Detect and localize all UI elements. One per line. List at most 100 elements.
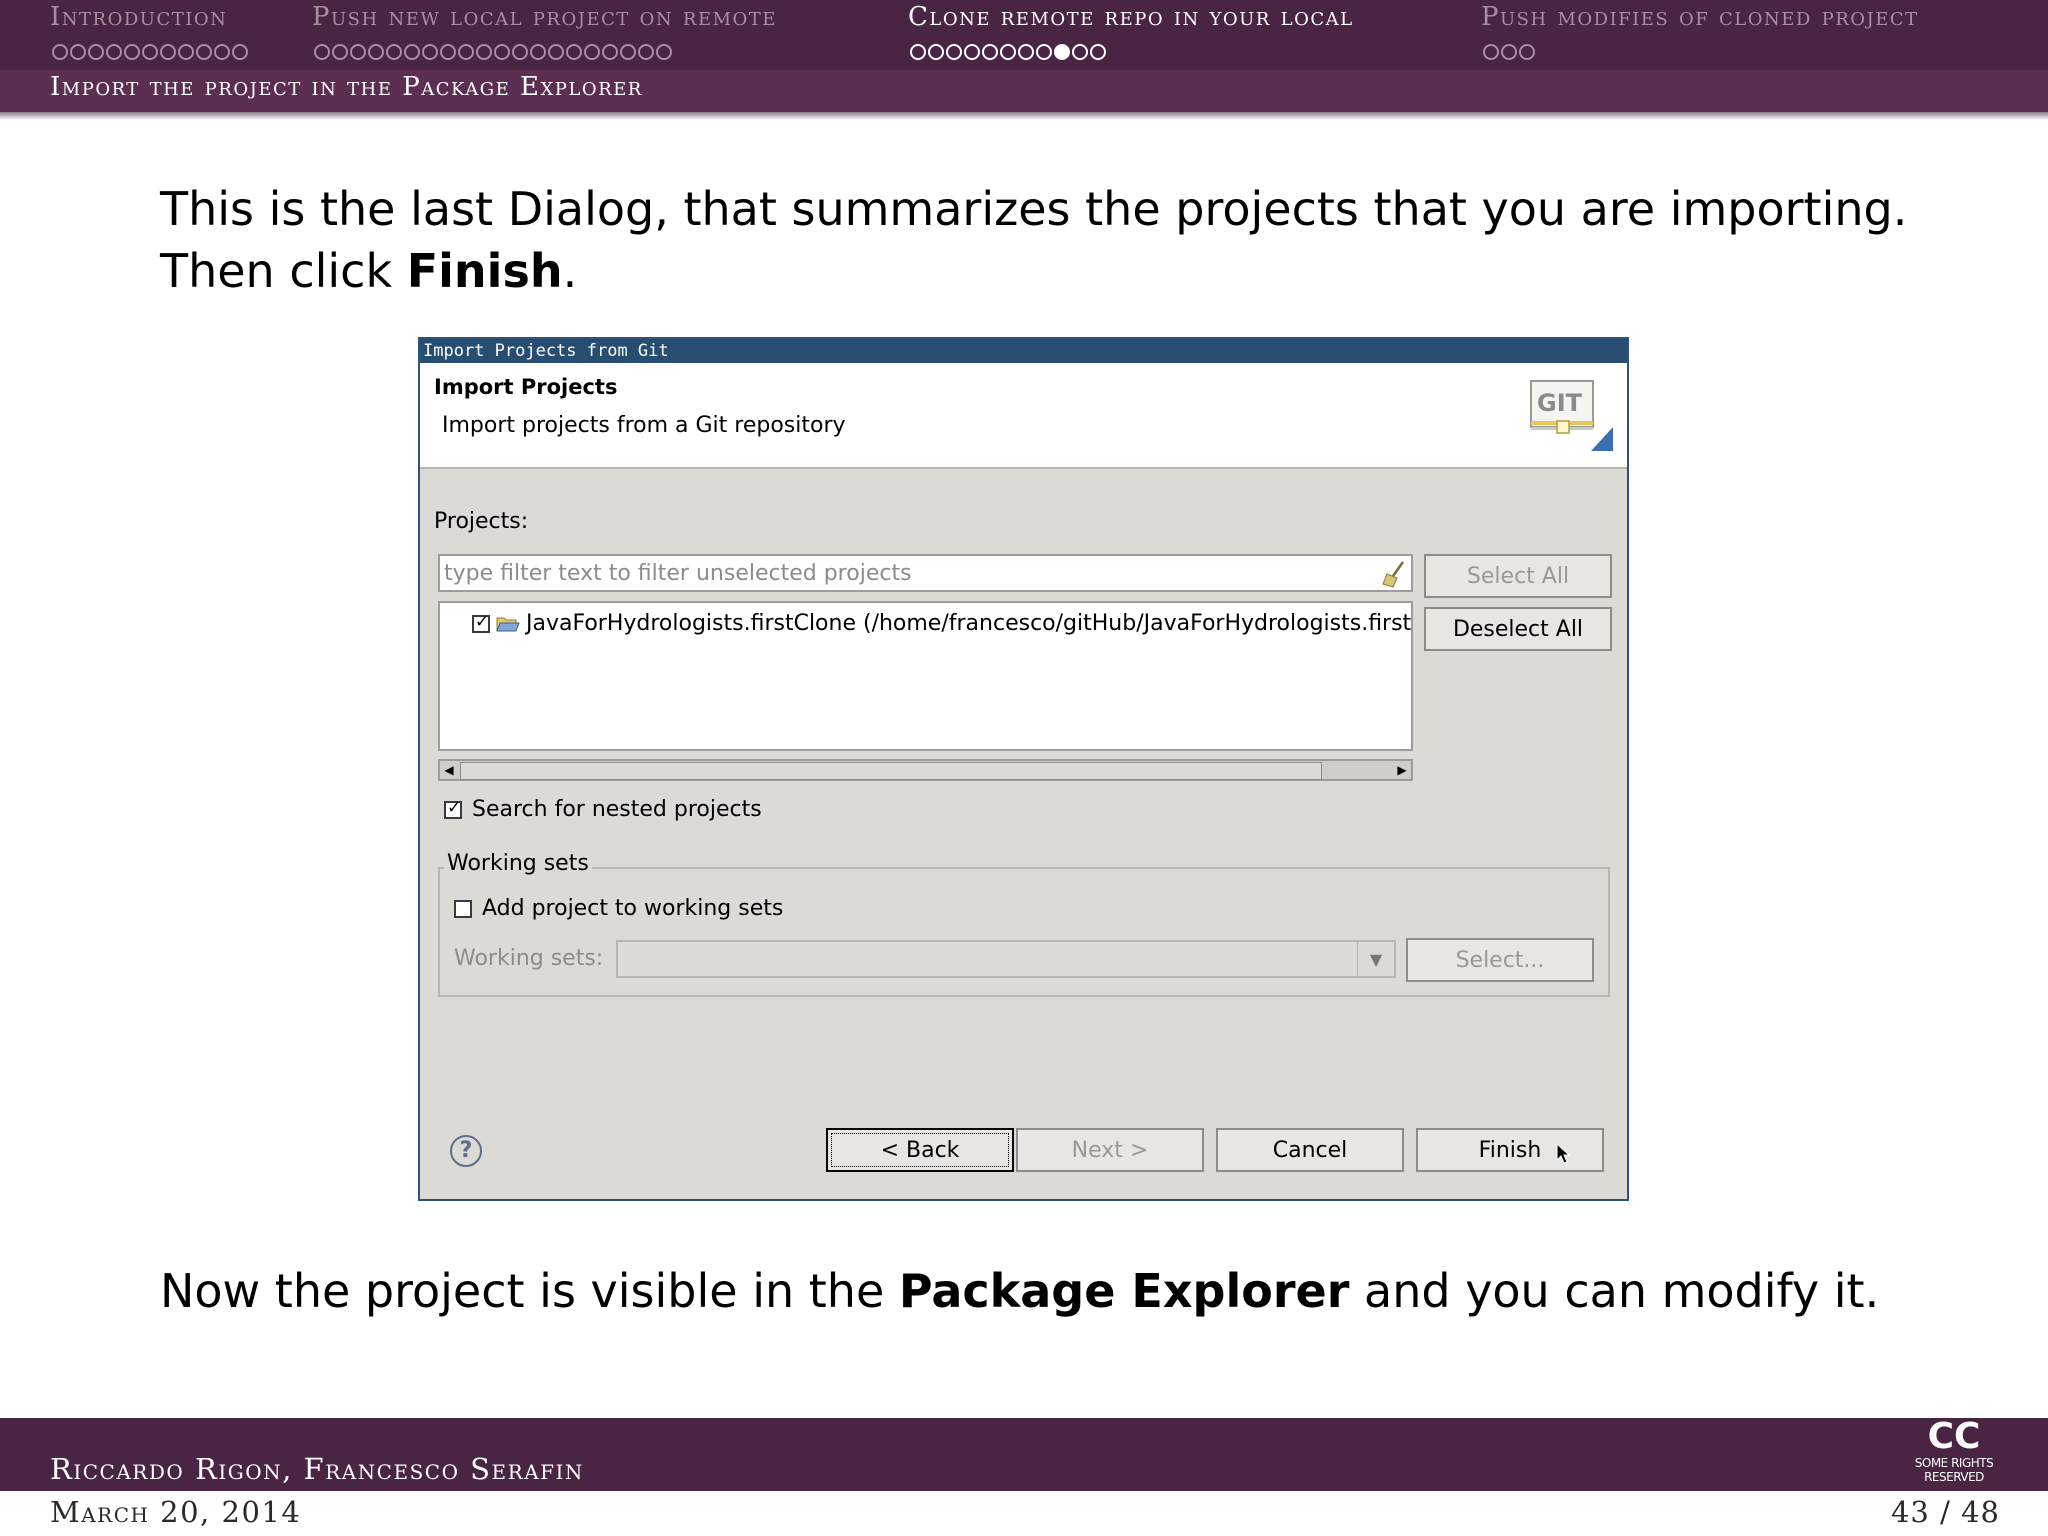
- next-button[interactable]: Next >: [1016, 1128, 1204, 1172]
- select-all-button[interactable]: Select All: [1424, 554, 1612, 598]
- nav-dots-push-modifies[interactable]: [1483, 44, 1535, 60]
- nav-dot[interactable]: [106, 44, 122, 60]
- nav-dot[interactable]: [232, 44, 248, 60]
- nav-dot[interactable]: [964, 44, 980, 60]
- add-to-working-sets-checkbox[interactable]: [454, 899, 472, 918]
- nav-dot[interactable]: [1000, 44, 1016, 60]
- working-sets-label: Working sets:: [454, 946, 604, 971]
- nav-dot[interactable]: [512, 44, 528, 60]
- nav-dot[interactable]: [214, 44, 230, 60]
- projects-label: Projects:: [434, 509, 529, 534]
- filter-input[interactable]: type filter text to filter unselected pr…: [438, 554, 1413, 592]
- nav-section-introduction[interactable]: Introduction: [50, 2, 227, 32]
- filter-placeholder: type filter text to filter unselected pr…: [444, 561, 912, 586]
- working-sets-group-title: Working sets: [444, 851, 592, 876]
- project-item-label: JavaForHydrologists.firstClone (/home/fr…: [526, 611, 1412, 636]
- nav-dot[interactable]: [1090, 44, 1106, 60]
- nav-dot[interactable]: [1072, 44, 1088, 60]
- nav-dot[interactable]: [350, 44, 366, 60]
- nav-section-clone-remote[interactable]: Clone remote repo in your local: [908, 2, 1354, 32]
- nav-dot[interactable]: [494, 44, 510, 60]
- nav-dot[interactable]: [620, 44, 636, 60]
- banner-subtitle: Import projects from a Git repository: [442, 413, 846, 438]
- footer-page-number: 43 / 48: [1890, 1495, 2000, 1529]
- nav-dot[interactable]: [404, 44, 420, 60]
- folder-icon: [496, 617, 520, 631]
- git-logo-text: GIT: [1537, 389, 1583, 417]
- intro-line-1: This is the last Dialog, that summarizes…: [160, 182, 1908, 236]
- nav-dot[interactable]: [548, 44, 564, 60]
- chevron-down-icon[interactable]: ▼: [1357, 942, 1394, 976]
- nav-dot[interactable]: [52, 44, 68, 60]
- nav-dot[interactable]: [160, 44, 176, 60]
- footer-date: March 20, 2014: [50, 1495, 302, 1529]
- nav-dot[interactable]: [440, 44, 456, 60]
- project-list-item[interactable]: JavaForHydrologists.firstClone (/home/fr…: [472, 611, 1411, 636]
- nav-dot[interactable]: [1519, 44, 1535, 60]
- add-to-working-sets-option[interactable]: Add project to working sets: [454, 896, 783, 921]
- nav-dot[interactable]: [982, 44, 998, 60]
- nav-dot[interactable]: [1054, 44, 1070, 60]
- clear-filter-icon[interactable]: [1381, 560, 1407, 588]
- horizontal-scrollbar[interactable]: ◀ ▶: [438, 759, 1413, 781]
- nav-dot[interactable]: [584, 44, 600, 60]
- working-sets-combo[interactable]: ▼: [616, 940, 1396, 978]
- cc-license-icon: CC SOME RIGHTS RESERVED: [1884, 1416, 2024, 1484]
- outro-package-explorer-emphasis: Package Explorer: [898, 1264, 1350, 1318]
- nav-dot[interactable]: [476, 44, 492, 60]
- back-button[interactable]: < Back: [826, 1128, 1014, 1172]
- scrollbar-thumb[interactable]: [460, 762, 1322, 780]
- nav-dot[interactable]: [88, 44, 104, 60]
- nav-dots-introduction[interactable]: [52, 44, 248, 60]
- search-nested-checkbox[interactable]: [444, 798, 462, 819]
- search-nested-option[interactable]: Search for nested projects: [444, 797, 762, 822]
- nav-dot[interactable]: [1501, 44, 1517, 60]
- nav-dot[interactable]: [368, 44, 384, 60]
- nav-dot[interactable]: [602, 44, 618, 60]
- nav-section-push-modifies[interactable]: Push modifies of cloned project: [1481, 2, 1919, 32]
- nav-dot[interactable]: [1018, 44, 1034, 60]
- nav-dot[interactable]: [178, 44, 194, 60]
- banner-title: Import Projects: [434, 375, 618, 399]
- projects-list[interactable]: JavaForHydrologists.firstClone (/home/fr…: [438, 601, 1413, 751]
- finish-button[interactable]: Finish: [1416, 1128, 1604, 1172]
- nav-dot[interactable]: [142, 44, 158, 60]
- select-working-sets-button[interactable]: Select...: [1406, 938, 1594, 982]
- nav-dots-push-new-project[interactable]: [314, 44, 672, 60]
- nav-dot[interactable]: [638, 44, 654, 60]
- deselect-all-button[interactable]: Deselect All: [1424, 607, 1612, 651]
- nav-dot[interactable]: [566, 44, 582, 60]
- scroll-left-icon[interactable]: ◀: [440, 761, 458, 779]
- nav-dot[interactable]: [458, 44, 474, 60]
- cc-license-mark: CC: [1927, 1416, 1981, 1457]
- nav-dot[interactable]: [386, 44, 402, 60]
- footer-authors: Riccardo Rigon, Francesco Serafin: [50, 1452, 584, 1486]
- nav-dot[interactable]: [422, 44, 438, 60]
- dialog-titlebar[interactable]: Import Projects from Git: [420, 339, 1627, 363]
- mouse-cursor-icon: [1556, 1143, 1571, 1164]
- nav-dot[interactable]: [656, 44, 672, 60]
- import-projects-dialog: Import Projects from Git Import Projects…: [418, 337, 1629, 1201]
- nav-dot[interactable]: [928, 44, 944, 60]
- nav-section-push-new-project[interactable]: Push new local project on remote: [312, 2, 777, 32]
- help-icon[interactable]: ?: [450, 1135, 482, 1167]
- nav-dot[interactable]: [196, 44, 212, 60]
- cc-license-text: SOME RIGHTS RESERVED: [1914, 1456, 1994, 1484]
- nav-dot[interactable]: [332, 44, 348, 60]
- nav-dot[interactable]: [314, 44, 330, 60]
- nav-dot[interactable]: [1483, 44, 1499, 60]
- nav-dots-clone-remote[interactable]: [910, 44, 1106, 60]
- nav-dot[interactable]: [70, 44, 86, 60]
- nav-dot[interactable]: [946, 44, 962, 60]
- nav-dot[interactable]: [124, 44, 140, 60]
- intro-finish-emphasis: Finish: [406, 244, 563, 298]
- nav-dot[interactable]: [530, 44, 546, 60]
- scroll-right-icon[interactable]: ▶: [1393, 761, 1411, 779]
- project-checkbox[interactable]: [472, 612, 490, 633]
- outro-text: Now the project is visible in the Packag…: [160, 1264, 1880, 1318]
- nav-dot[interactable]: [1036, 44, 1052, 60]
- search-nested-label: Search for nested projects: [472, 797, 762, 822]
- cancel-button[interactable]: Cancel: [1216, 1128, 1404, 1172]
- nav-dot[interactable]: [910, 44, 926, 60]
- intro-line-2: Then click Finish.: [160, 244, 578, 298]
